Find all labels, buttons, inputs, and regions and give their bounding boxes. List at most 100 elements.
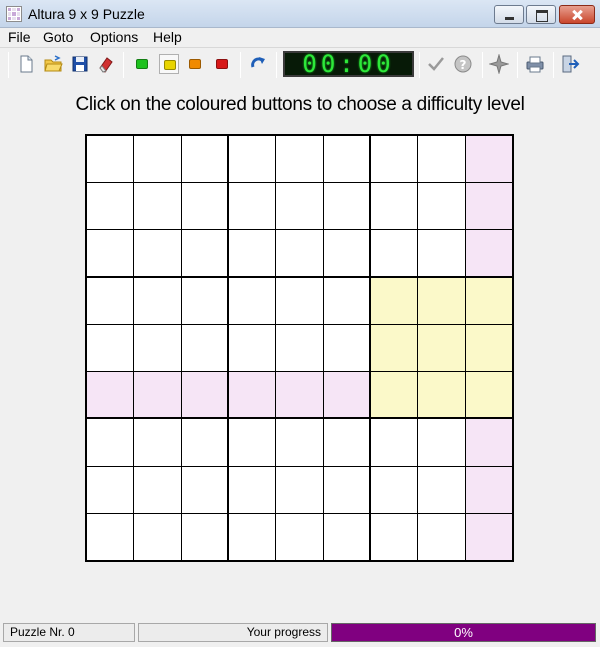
open-button[interactable] <box>43 54 63 74</box>
restart-button[interactable] <box>248 54 268 74</box>
grid-cell[interactable] <box>370 183 418 230</box>
grid-cell[interactable] <box>134 513 181 560</box>
grid-cell[interactable] <box>465 466 512 513</box>
grid-cell[interactable] <box>465 277 512 324</box>
grid-cell[interactable] <box>323 183 369 230</box>
grid-cell[interactable] <box>228 419 276 466</box>
clear-button[interactable] <box>96 54 116 74</box>
solve-button[interactable] <box>488 53 510 75</box>
grid-cell[interactable] <box>134 419 181 466</box>
grid-cell[interactable] <box>370 466 418 513</box>
print-button[interactable] <box>525 54 545 74</box>
difficulty-easy-button[interactable] <box>132 54 152 74</box>
grid-cell[interactable] <box>465 230 512 276</box>
grid-cell[interactable] <box>276 136 323 183</box>
grid-cell[interactable] <box>370 513 418 560</box>
grid-cell[interactable] <box>370 419 418 466</box>
grid-cell[interactable] <box>181 230 227 276</box>
grid-cell[interactable] <box>276 372 323 418</box>
grid-cell[interactable] <box>181 277 227 324</box>
grid-cell[interactable] <box>370 136 418 183</box>
grid-cell[interactable] <box>465 136 512 183</box>
close-button[interactable] <box>559 5 595 24</box>
exit-button[interactable] <box>560 54 580 74</box>
grid-cell[interactable] <box>228 230 276 276</box>
grid-cell[interactable] <box>418 136 465 183</box>
grid-cell[interactable] <box>228 183 276 230</box>
grid-cell[interactable] <box>276 230 323 276</box>
grid-cell[interactable] <box>323 324 369 372</box>
grid-cell[interactable] <box>87 230 134 276</box>
difficulty-expert-button[interactable] <box>212 54 232 74</box>
grid-cell[interactable] <box>323 513 369 560</box>
grid-cell[interactable] <box>465 419 512 466</box>
grid-cell[interactable] <box>323 419 369 466</box>
grid-cell[interactable] <box>134 277 181 324</box>
grid-cell[interactable] <box>323 230 369 276</box>
grid-cell[interactable] <box>181 466 227 513</box>
grid-cell[interactable] <box>418 372 465 418</box>
grid-cell[interactable] <box>418 419 465 466</box>
grid-cell[interactable] <box>323 466 369 513</box>
grid-cell[interactable] <box>87 324 134 372</box>
menu-file[interactable]: File <box>6 29 33 45</box>
grid-cell[interactable] <box>87 136 134 183</box>
grid-cell[interactable] <box>87 513 134 560</box>
grid-cell[interactable] <box>181 136 227 183</box>
grid-cell[interactable] <box>134 230 181 276</box>
minimize-button[interactable] <box>494 5 524 24</box>
menu-help[interactable]: Help <box>151 29 184 45</box>
menu-goto[interactable]: Goto <box>41 29 75 45</box>
grid-cell[interactable] <box>181 183 227 230</box>
grid-cell[interactable] <box>323 372 369 418</box>
grid-cell[interactable] <box>181 372 227 418</box>
grid-cell[interactable] <box>323 136 369 183</box>
hint-button[interactable]: ? <box>453 54 473 74</box>
save-button[interactable] <box>70 54 90 74</box>
grid-cell[interactable] <box>228 372 276 418</box>
grid-cell[interactable] <box>418 324 465 372</box>
grid-cell[interactable] <box>465 372 512 418</box>
grid-cell[interactable] <box>134 324 181 372</box>
grid-cell[interactable] <box>228 513 276 560</box>
menu-options[interactable]: Options <box>88 29 140 45</box>
check-button[interactable] <box>426 54 446 74</box>
grid-cell[interactable] <box>181 324 227 372</box>
maximize-button[interactable] <box>526 5 556 24</box>
grid-cell[interactable] <box>370 277 418 324</box>
grid-cell[interactable] <box>228 136 276 183</box>
difficulty-medium-button[interactable] <box>159 54 179 74</box>
grid-cell[interactable] <box>276 419 323 466</box>
grid-cell[interactable] <box>87 277 134 324</box>
grid-cell[interactable] <box>87 419 134 466</box>
grid-cell[interactable] <box>418 466 465 513</box>
grid-cell[interactable] <box>276 324 323 372</box>
grid-cell[interactable] <box>418 230 465 276</box>
grid-cell[interactable] <box>181 419 227 466</box>
grid-cell[interactable] <box>370 230 418 276</box>
grid-cell[interactable] <box>134 466 181 513</box>
grid-cell[interactable] <box>465 324 512 372</box>
grid-cell[interactable] <box>228 466 276 513</box>
new-puzzle-button[interactable] <box>16 54 36 74</box>
grid-cell[interactable] <box>418 513 465 560</box>
grid-cell[interactable] <box>228 277 276 324</box>
grid-cell[interactable] <box>465 183 512 230</box>
grid-cell[interactable] <box>276 466 323 513</box>
grid-cell[interactable] <box>87 183 134 230</box>
grid-cell[interactable] <box>134 136 181 183</box>
grid-cell[interactable] <box>87 372 134 418</box>
difficulty-hard-button[interactable] <box>185 54 205 74</box>
grid-cell[interactable] <box>418 277 465 324</box>
grid-cell[interactable] <box>276 277 323 324</box>
grid-cell[interactable] <box>370 372 418 418</box>
grid-cell[interactable] <box>418 183 465 230</box>
grid-cell[interactable] <box>276 513 323 560</box>
grid-cell[interactable] <box>370 324 418 372</box>
grid-cell[interactable] <box>228 324 276 372</box>
grid-cell[interactable] <box>465 513 512 560</box>
grid-cell[interactable] <box>134 372 181 418</box>
grid-cell[interactable] <box>181 513 227 560</box>
grid-cell[interactable] <box>323 277 369 324</box>
grid-cell[interactable] <box>276 183 323 230</box>
